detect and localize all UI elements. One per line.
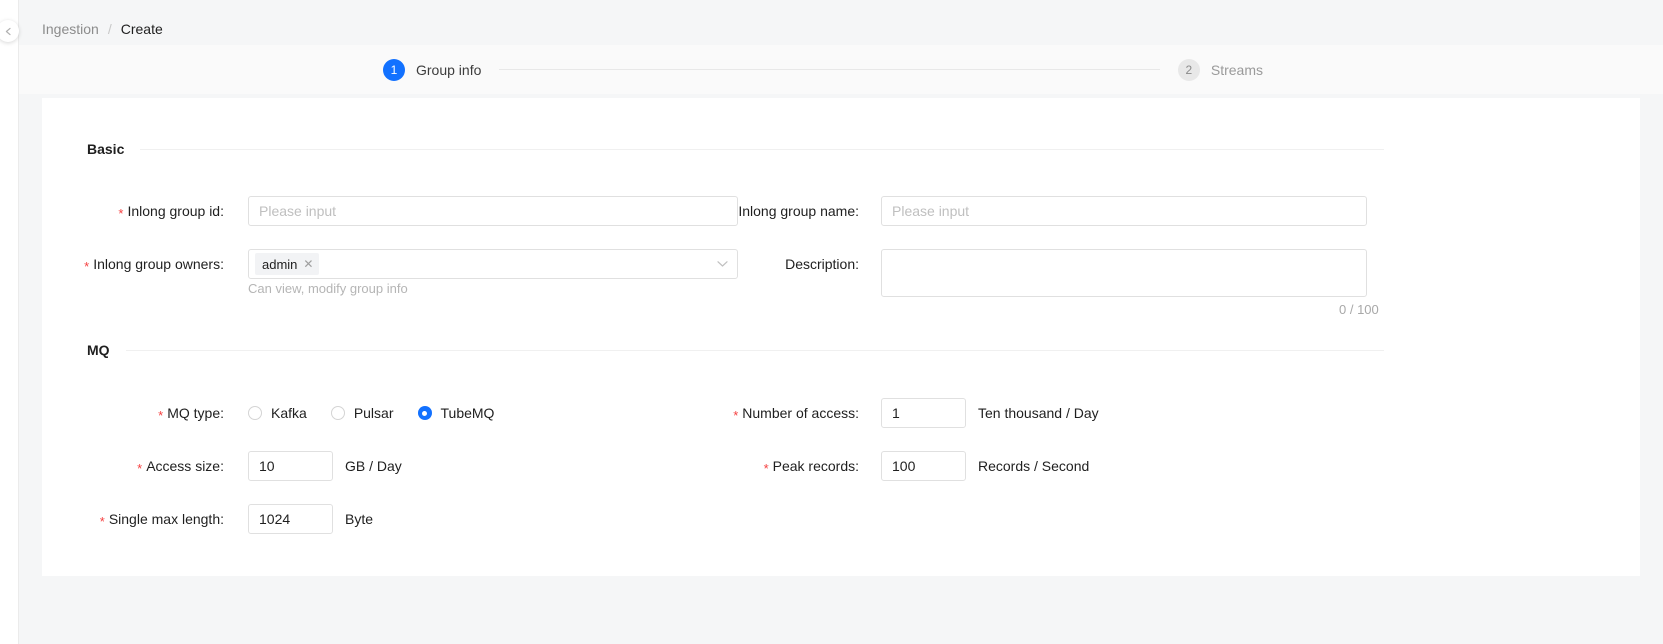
step-2-label: Streams xyxy=(1211,62,1263,78)
description-textarea[interactable] xyxy=(881,249,1367,297)
field-single-max-length: * Single max length: Byte xyxy=(87,504,373,534)
radio-label-kafka: Kafka xyxy=(271,405,307,421)
radio-option-kafka[interactable]: Kafka xyxy=(248,405,307,421)
field-label-description: Description: xyxy=(714,249,859,279)
step-connector-line xyxy=(499,69,1160,70)
radio-dot-tubemq[interactable] xyxy=(418,406,432,420)
field-label-mq-type: * MQ type: xyxy=(87,398,224,428)
description-char-counter: 0 / 100 xyxy=(1339,302,1379,317)
field-inlong-group-id: * Inlong group id: xyxy=(87,196,738,226)
radio-dot-pulsar[interactable] xyxy=(331,406,345,420)
number-of-access-input[interactable] xyxy=(881,398,966,428)
owner-tag-admin[interactable]: admin ✕ xyxy=(255,253,319,275)
section-divider xyxy=(140,149,1384,150)
section-divider xyxy=(126,350,1384,351)
steps-bar: 1 Group info 2 Streams xyxy=(19,45,1663,94)
field-inlong-group-owners: * Inlong group owners: admin ✕ xyxy=(87,249,738,279)
breadcrumb-item-create: Create xyxy=(121,21,163,37)
required-asterisk: * xyxy=(118,207,123,220)
mq-type-radio-group: Kafka Pulsar TubeMQ xyxy=(248,398,494,428)
single-max-length-input[interactable] xyxy=(248,504,333,534)
field-peak-records: * Peak records: Records / Second xyxy=(714,451,1089,481)
inlong-group-name-input[interactable] xyxy=(881,196,1367,226)
field-label-inlong-group-name: Inlong group name: xyxy=(714,196,859,226)
section-title-basic: Basic xyxy=(87,141,124,157)
field-label-single-max-length: * Single max length: xyxy=(87,504,224,534)
close-icon[interactable]: ✕ xyxy=(303,258,313,270)
radio-label-pulsar: Pulsar xyxy=(354,405,394,421)
peak-records-input[interactable] xyxy=(881,451,966,481)
field-number-of-access: * Number of access: Ten thousand / Day xyxy=(714,398,1099,428)
left-rail xyxy=(0,0,19,644)
field-label-number-of-access: * Number of access: xyxy=(714,398,859,428)
radio-option-tubemq[interactable]: TubeMQ xyxy=(418,405,495,421)
breadcrumb: Ingestion / Create xyxy=(42,19,163,39)
field-description: Description: xyxy=(714,249,1367,297)
field-mq-type: * MQ type: Kafka Pulsar TubeMQ xyxy=(87,398,494,428)
access-size-input[interactable] xyxy=(248,451,333,481)
field-label-inlong-group-id: * Inlong group id: xyxy=(87,196,224,226)
field-inlong-group-name: Inlong group name: xyxy=(714,196,1367,226)
number-of-access-unit: Ten thousand / Day xyxy=(978,398,1099,428)
owners-helper-text: Can view, modify group info xyxy=(248,281,408,296)
required-asterisk: * xyxy=(84,260,89,273)
required-asterisk: * xyxy=(100,515,105,528)
field-label-peak-records: * Peak records: xyxy=(714,451,859,481)
required-asterisk: * xyxy=(158,409,163,422)
breadcrumb-item-ingestion[interactable]: Ingestion xyxy=(42,21,99,37)
inlong-group-owners-select[interactable]: admin ✕ xyxy=(248,249,738,279)
field-access-size: * Access size: GB / Day xyxy=(87,451,402,481)
peak-records-unit: Records / Second xyxy=(978,451,1089,481)
access-size-unit: GB / Day xyxy=(345,451,402,481)
step-streams[interactable]: 2 Streams xyxy=(1178,59,1263,81)
radio-label-tubemq: TubeMQ xyxy=(441,405,495,421)
owner-tag-label: admin xyxy=(262,257,297,272)
chevron-left-icon xyxy=(4,27,13,36)
step-1-badge: 1 xyxy=(383,59,405,81)
page-container: Ingestion / Create 1 Group info 2 Stream… xyxy=(19,0,1663,644)
radio-dot-kafka[interactable] xyxy=(248,406,262,420)
section-header-mq: MQ xyxy=(87,341,1384,359)
breadcrumb-separator: / xyxy=(108,21,112,37)
section-title-mq: MQ xyxy=(87,342,110,358)
step-1-label: Group info xyxy=(416,62,481,78)
field-label-inlong-group-owners: * Inlong group owners: xyxy=(87,249,224,279)
inlong-group-id-input[interactable] xyxy=(248,196,738,226)
required-asterisk: * xyxy=(764,462,769,475)
required-asterisk: * xyxy=(137,462,142,475)
single-max-length-unit: Byte xyxy=(345,504,373,534)
step-2-badge: 2 xyxy=(1178,59,1200,81)
steps-inner: 1 Group info 2 Streams xyxy=(383,45,1263,94)
required-asterisk: * xyxy=(733,409,738,422)
field-label-access-size: * Access size: xyxy=(87,451,224,481)
form-card: Basic * Inlong group id: Inlong group na… xyxy=(42,98,1640,576)
step-group-info[interactable]: 1 Group info xyxy=(383,59,481,81)
section-header-basic: Basic xyxy=(87,140,1384,158)
radio-option-pulsar[interactable]: Pulsar xyxy=(331,405,394,421)
